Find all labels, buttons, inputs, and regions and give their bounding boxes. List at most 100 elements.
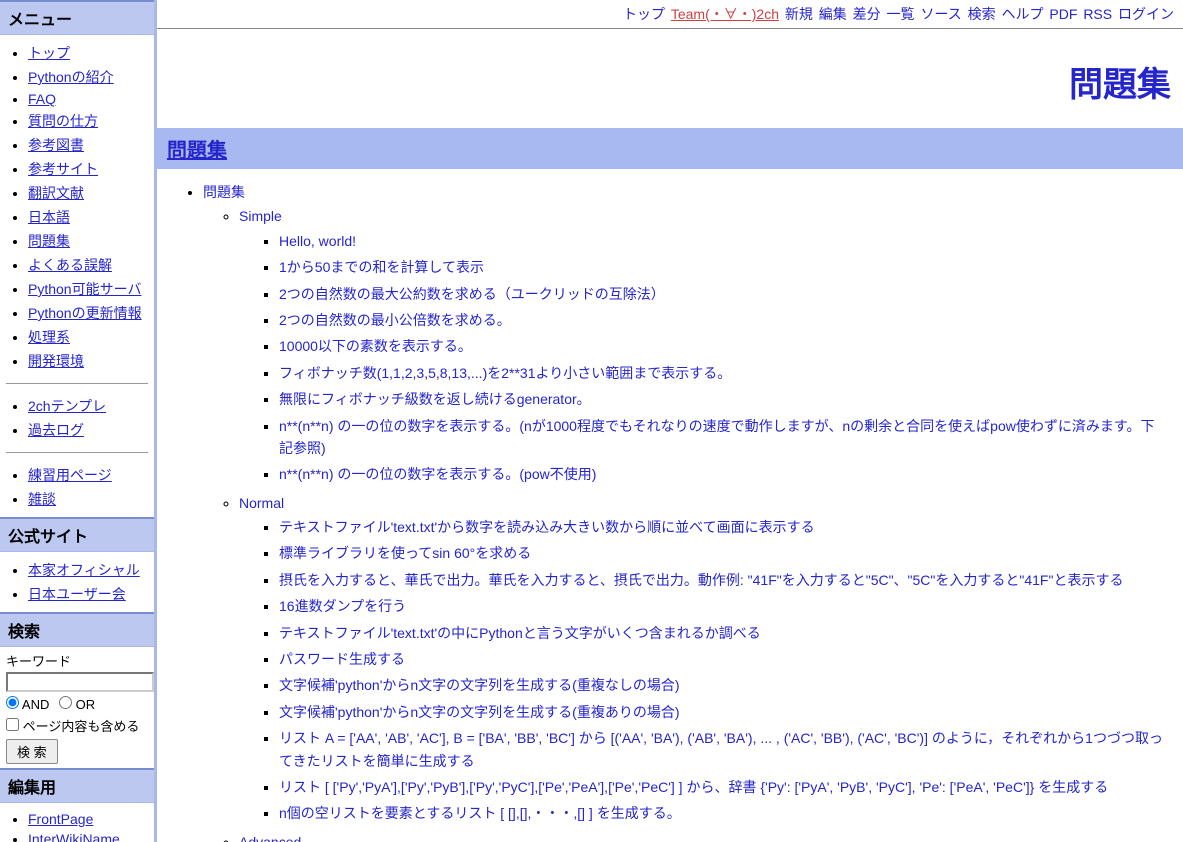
topnav-link[interactable]: 一覧 bbox=[887, 6, 915, 22]
search-heading: 検索 bbox=[0, 612, 154, 647]
toc-link[interactable]: Hello, world! bbox=[279, 233, 356, 249]
toc-link[interactable]: 標準ライブラリを使ってsin 60°を求める bbox=[279, 545, 531, 561]
menu-link[interactable]: FrontPage bbox=[28, 811, 93, 827]
main: トップ Team(・∀・)2ch 新規 編集 差分 一覧 ソース 検索 ヘルプ … bbox=[157, 0, 1183, 842]
toc-link[interactable]: n**(n**n) の一の位の数字を表示する。(pow不使用) bbox=[279, 466, 596, 482]
menu-link[interactable]: 過去ログ bbox=[28, 422, 84, 438]
menu-link[interactable]: 翻訳文献 bbox=[28, 185, 84, 201]
sidebar: メニュー トップ Pythonの紹介 FAQ 質問の仕方参考図書参考サイト翻訳文献日本… bbox=[0, 0, 157, 842]
topnav-link[interactable]: 検索 bbox=[968, 6, 996, 22]
toc-link[interactable]: パスワード生成する bbox=[279, 651, 405, 667]
topnav-link[interactable]: 新規 bbox=[785, 6, 813, 22]
toc-item: リスト A = ['AA', 'AB', 'AC'], B = ['BA', '… bbox=[279, 725, 1167, 774]
topnav-link[interactable]: Team(・∀・)2ch bbox=[671, 6, 779, 22]
menu-list-3: 練習用ページ雑談 bbox=[0, 457, 154, 517]
official-list: 本家オフィシャル日本ユーザー会 bbox=[0, 552, 154, 612]
menu-link[interactable]: 問題集 bbox=[28, 233, 70, 249]
content: 問題集 Simple Hello, world! 1から50までの和を計算して表示 2つ… bbox=[157, 169, 1183, 842]
toc-link[interactable]: Normal bbox=[239, 495, 284, 511]
toc-link[interactable]: 2つの自然数の最大公約数を求める（ユークリッドの互除法） bbox=[279, 286, 665, 302]
toc-link[interactable]: リスト [ ['Py','PyA'],['Py','PyB'],['Py','P… bbox=[279, 779, 1108, 795]
and-radio[interactable] bbox=[6, 696, 19, 709]
toc-link[interactable]: n**(n**n) の一の位の数字を表示する。(nが1000程度でもそれなりの速… bbox=[279, 418, 1154, 456]
toc-link[interactable]: Simple bbox=[239, 208, 282, 224]
menu-link[interactable]: 雑談 bbox=[28, 491, 56, 507]
menu-link[interactable]: 日本語 bbox=[28, 209, 70, 225]
list-item: Python可能サーバ bbox=[28, 277, 154, 301]
search-box: キーワード AND OR ページ内容も含める 検 索 bbox=[0, 647, 154, 768]
list-item: 2chテンプレ bbox=[28, 394, 154, 418]
toc-link[interactable]: テキストファイル'text.txt'の中にPythonと言う文字がいくつ含まれる… bbox=[279, 625, 761, 641]
menu-link[interactable]: Pythonの紹介 bbox=[28, 69, 114, 85]
menu-link[interactable]: トップ bbox=[28, 45, 70, 61]
search-button[interactable]: 検 索 bbox=[6, 739, 58, 764]
toc-item: n個の空リストを要素とするリスト [ [],[],・・・,[] ] を生成する。 bbox=[279, 800, 1167, 826]
menu-link[interactable]: FAQ bbox=[28, 91, 56, 107]
toc-link[interactable]: 2つの自然数の最小公倍数を求める。 bbox=[279, 312, 511, 328]
topnav-link[interactable]: 差分 bbox=[853, 6, 881, 22]
keyword-label: キーワード bbox=[6, 651, 148, 670]
topnav-link[interactable]: RSS bbox=[1083, 6, 1112, 22]
topnav-link[interactable]: ヘルプ bbox=[1002, 6, 1044, 22]
toc-link[interactable]: リスト A = ['AA', 'AB', 'AC'], B = ['BA', '… bbox=[279, 730, 1163, 768]
menu-link[interactable]: 参考図書 bbox=[28, 137, 84, 153]
toc-item: テキストファイル'text.txt'の中にPythonと言う文字がいくつ含まれる… bbox=[279, 620, 1167, 646]
list-item: FAQ bbox=[28, 89, 154, 109]
menu-link[interactable]: 参考サイト bbox=[28, 161, 98, 177]
search-input[interactable] bbox=[6, 672, 154, 692]
list-item: 過去ログ bbox=[28, 418, 154, 442]
top-nav: トップ Team(・∀・)2ch 新規 編集 差分 一覧 ソース 検索 ヘルプ … bbox=[157, 0, 1183, 29]
toc-link[interactable]: n個の空リストを要素とするリスト [ [],[],・・・,[] ] を生成する。 bbox=[279, 805, 681, 821]
toc-item: パスワード生成する bbox=[279, 646, 1167, 672]
toc-link[interactable]: フィボナッチ数(1,1,2,3,5,8,13,...)を2**31より小さい範囲… bbox=[279, 365, 731, 381]
toc-link[interactable]: 文字候補'python'からn文字の文字列を生成する(重複ありの場合) bbox=[279, 704, 680, 720]
or-radio[interactable] bbox=[59, 696, 72, 709]
list-item: 参考サイト bbox=[28, 157, 154, 181]
block-title-link[interactable]: 問題集 bbox=[167, 140, 227, 162]
list-item: Pythonの紹介 bbox=[28, 65, 154, 89]
menu-link[interactable]: 練習用ページ bbox=[28, 467, 112, 483]
menu-heading: メニュー bbox=[0, 0, 154, 35]
topnav-link[interactable]: ログイン bbox=[1118, 6, 1174, 22]
topnav-link[interactable]: 編集 bbox=[819, 6, 847, 22]
toc-root-item: 問題集 Simple Hello, world! 1から50までの和を計算して表示 2つ… bbox=[203, 179, 1167, 842]
list-item: InterWikiName bbox=[28, 829, 154, 842]
menu-link[interactable]: Python可能サーバ bbox=[28, 281, 141, 297]
toc-link[interactable]: 摂氏を入力すると、華氏で出力。華氏を入力すると、摂氏で出力。動作例: "41F"… bbox=[279, 572, 1123, 588]
menu-link[interactable]: InterWikiName bbox=[28, 831, 120, 842]
toc-item: テキストファイル'text.txt'から数字を読み込み大きい数から順に並べて画面… bbox=[279, 514, 1167, 540]
list-item: FrontPage bbox=[28, 809, 154, 829]
toc-link[interactable]: 文字候補'python'からn文字の文字列を生成する(重複なしの場合) bbox=[279, 677, 680, 693]
toc-item: 無限にフィボナッチ級数を返し続けるgenerator。 bbox=[279, 386, 1167, 412]
menu-link[interactable]: Pythonの更新情報 bbox=[28, 305, 142, 321]
menu-link[interactable]: 処理系 bbox=[28, 329, 70, 345]
toc-link[interactable]: Advanced bbox=[239, 834, 301, 842]
official-heading: 公式サイト bbox=[0, 517, 154, 552]
topnav-link[interactable]: トップ bbox=[623, 6, 665, 22]
list-item: 本家オフィシャル bbox=[28, 558, 154, 582]
topnav-link[interactable]: ソース bbox=[920, 6, 961, 22]
toc-link[interactable]: 無限にフィボナッチ級数を返し続けるgenerator。 bbox=[279, 391, 591, 407]
menu-link[interactable]: 2chテンプレ bbox=[28, 398, 106, 414]
menu-link[interactable]: よくある誤解 bbox=[28, 257, 112, 273]
toc-item: 10000以下の素数を表示する。 bbox=[279, 333, 1167, 359]
divider bbox=[6, 452, 148, 453]
menu-link[interactable]: 本家オフィシャル bbox=[28, 562, 140, 578]
toc-item: n**(n**n) の一の位の数字を表示する。(nが1000程度でもそれなりの速… bbox=[279, 413, 1167, 462]
toc-link[interactable]: 10000以下の素数を表示する。 bbox=[279, 338, 472, 354]
toc-section: Simple Hello, world! 1から50までの和を計算して表示 2つの自然… bbox=[239, 203, 1167, 489]
menu-link[interactable]: 質問の仕方 bbox=[28, 113, 98, 129]
toc-item: Hello, world! bbox=[279, 228, 1167, 254]
block-title: 問題集 bbox=[157, 128, 1183, 169]
menu-link[interactable]: 日本ユーザー会 bbox=[28, 586, 126, 602]
toc-link[interactable]: 16進数ダンプを行う bbox=[279, 598, 406, 614]
toc-root: 問題集 Simple Hello, world! 1から50までの和を計算して表示 2つ… bbox=[173, 179, 1167, 842]
toc-link[interactable]: 問題集 bbox=[203, 184, 245, 200]
include-content-checkbox[interactable] bbox=[6, 718, 19, 731]
topnav-link[interactable]: PDF bbox=[1049, 6, 1077, 22]
list-item: 参考図書 bbox=[28, 133, 154, 157]
list-item: 翻訳文献 bbox=[28, 181, 154, 205]
menu-link[interactable]: 開発環境 bbox=[28, 353, 84, 369]
toc-link[interactable]: 1から50までの和を計算して表示 bbox=[279, 259, 484, 275]
toc-link[interactable]: テキストファイル'text.txt'から数字を読み込み大きい数から順に並べて画面… bbox=[279, 519, 815, 535]
